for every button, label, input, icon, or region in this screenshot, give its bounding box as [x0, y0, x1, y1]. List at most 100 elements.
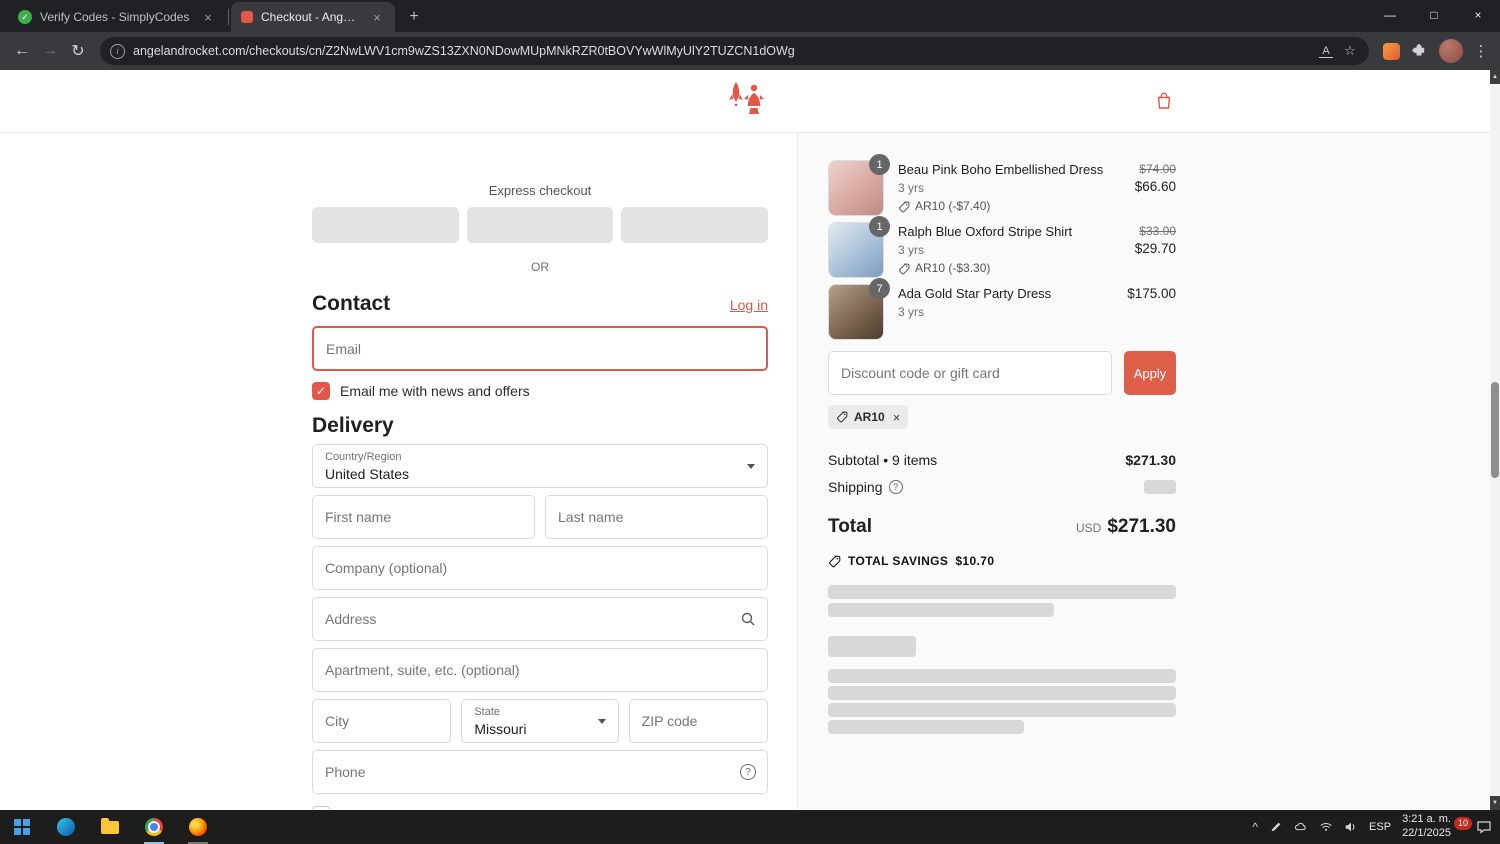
shipping-label: Shipping — [828, 479, 883, 495]
first-name-field[interactable] — [312, 495, 535, 539]
total-value: $271.30 — [1107, 516, 1176, 537]
login-link[interactable]: Log in — [730, 297, 768, 313]
wifi-icon[interactable] — [1319, 820, 1333, 834]
remove-discount-icon[interactable]: × — [893, 410, 901, 425]
pen-icon[interactable] — [1269, 820, 1283, 834]
search-icon — [740, 611, 756, 627]
profile-avatar[interactable] — [1439, 39, 1463, 63]
address-bar[interactable]: i angelandrocket.com/checkouts/cn/Z2NwLW… — [100, 37, 1369, 65]
forward-button[interactable]: → — [36, 37, 64, 65]
company-field[interactable] — [312, 546, 768, 590]
original-price: $33.00 — [1139, 224, 1176, 238]
address-field[interactable] — [312, 597, 768, 641]
chevron-down-icon — [747, 464, 755, 469]
phone-field[interactable] — [312, 750, 768, 794]
cloud-icon[interactable] — [1294, 820, 1308, 834]
extensions-puzzle-icon[interactable] — [1406, 43, 1432, 59]
cart-item: 1 Ralph Blue Oxford Stripe Shirt 3 yrs A… — [828, 216, 1176, 278]
chevron-down-icon — [597, 719, 606, 724]
minimize-button[interactable]: — — [1368, 0, 1412, 30]
firefox-icon — [189, 818, 207, 836]
translate-icon[interactable]: A — [1319, 45, 1333, 58]
browser-menu-icon[interactable]: ⋮ — [1470, 42, 1492, 60]
last-name-field[interactable] — [545, 495, 768, 539]
checkout-form-column: Express checkout OR Contact Log in ✓ Ema… — [0, 133, 797, 809]
tab-close-icon[interactable]: × — [369, 10, 385, 25]
cart-bag-icon[interactable] — [1154, 91, 1174, 116]
edge-icon — [57, 818, 75, 836]
country-select[interactable]: Country/Region United States — [312, 444, 768, 488]
product-variant: 3 yrs — [898, 305, 925, 319]
phone-help-icon[interactable]: ? — [740, 764, 756, 780]
state-select[interactable]: State Missouri — [461, 699, 619, 743]
shipping-help-icon[interactable]: ? — [888, 480, 903, 494]
reload-button[interactable]: ↻ — [64, 37, 92, 65]
discounted-price: $29.70 — [1134, 241, 1176, 256]
brand-logo[interactable] — [723, 81, 767, 126]
country-label: Country/Region — [325, 451, 402, 463]
state-value: Missouri — [474, 721, 527, 737]
tag-icon — [836, 411, 848, 423]
time: 3:21 a. m. — [1402, 813, 1451, 826]
skeleton-bar — [828, 585, 1176, 599]
quantity-badge: 7 — [869, 278, 890, 299]
site-header — [0, 70, 1490, 133]
tab-checkout[interactable]: Checkout - Angel & Rocket × — [231, 2, 395, 32]
zip-field[interactable] — [628, 699, 768, 743]
email-marketing-checkbox[interactable]: ✓ — [312, 382, 330, 400]
discount-code-input[interactable] — [828, 351, 1112, 395]
product-variant: 3 yrs — [898, 243, 925, 257]
close-window-button[interactable]: × — [1456, 0, 1500, 30]
checkout-page: Express checkout OR Contact Log in ✓ Ema… — [0, 70, 1490, 810]
skeleton-bar — [828, 703, 1176, 717]
new-tab-button[interactable]: + — [401, 4, 427, 30]
page-scrollbar[interactable]: ▲ ▼ — [1490, 70, 1500, 810]
skeleton-bar — [828, 603, 1054, 617]
scrollbar-thumb[interactable] — [1491, 382, 1499, 478]
notification-badge: 10 — [1454, 817, 1473, 830]
skeleton-bar — [828, 720, 1024, 734]
product-name: Beau Pink Boho Embellished Dress — [898, 162, 1104, 177]
taskbar-firefox-button[interactable] — [176, 810, 220, 844]
apply-discount-button[interactable]: Apply — [1124, 351, 1176, 395]
scroll-down-arrow[interactable]: ▼ — [1490, 796, 1500, 810]
product-variant: 3 yrs — [898, 181, 925, 195]
site-info-icon[interactable]: i — [110, 43, 125, 59]
order-summary-sidebar: 1 Beau Pink Boho Embellished Dress 3 yrs… — [797, 133, 1490, 809]
start-button[interactable] — [0, 810, 44, 844]
volume-icon[interactable] — [1344, 820, 1358, 834]
apartment-field[interactable] — [312, 648, 768, 692]
date: 22/1/2025 — [1402, 827, 1451, 839]
scroll-up-arrow[interactable]: ▲ — [1490, 70, 1500, 84]
chrome-icon — [145, 818, 163, 836]
quantity-badge: 1 — [869, 154, 890, 175]
clock[interactable]: 3:21 a. m. 22/1/2025 — [1402, 813, 1451, 841]
maximize-button[interactable]: □ — [1412, 0, 1456, 30]
subtotal-label: Subtotal • 9 items — [828, 452, 938, 468]
url-text: angelandrocket.com/checkouts/cn/Z2NwLWV1… — [133, 44, 795, 58]
check-icon: ✓ — [315, 384, 327, 398]
email-field[interactable] — [312, 326, 768, 371]
tray-expand-icon[interactable]: ^ — [1252, 820, 1258, 834]
city-field[interactable] — [312, 699, 452, 743]
tab-simplycodes[interactable]: ✓ Verify Codes - SimplyCodes × — [8, 2, 226, 32]
extension-icon[interactable] — [1383, 42, 1400, 60]
total-label: Total — [828, 516, 872, 537]
product-name: Ada Gold Star Party Dress — [898, 286, 1052, 301]
skeleton-bar — [828, 669, 1176, 683]
country-value: United States — [325, 466, 410, 482]
sms-marketing-checkbox[interactable] — [312, 806, 330, 809]
taskbar-chrome-button[interactable] — [132, 810, 176, 844]
taskbar-explorer-button[interactable] — [88, 810, 132, 844]
notification-center-button[interactable]: 10 — [1454, 817, 1492, 836]
quantity-badge: 1 — [869, 216, 890, 237]
back-button[interactable]: ← — [8, 37, 36, 65]
taskbar-edge-button[interactable] — [44, 810, 88, 844]
tab-close-icon[interactable]: × — [200, 10, 216, 25]
windows-logo-icon — [14, 819, 30, 835]
tab-divider — [228, 9, 229, 25]
express-button-skeleton — [312, 207, 459, 243]
product-name: Ralph Blue Oxford Stripe Shirt — [898, 224, 1073, 239]
bookmark-star-icon[interactable]: ☆ — [1341, 43, 1359, 59]
language-indicator[interactable]: ESP — [1369, 821, 1391, 833]
